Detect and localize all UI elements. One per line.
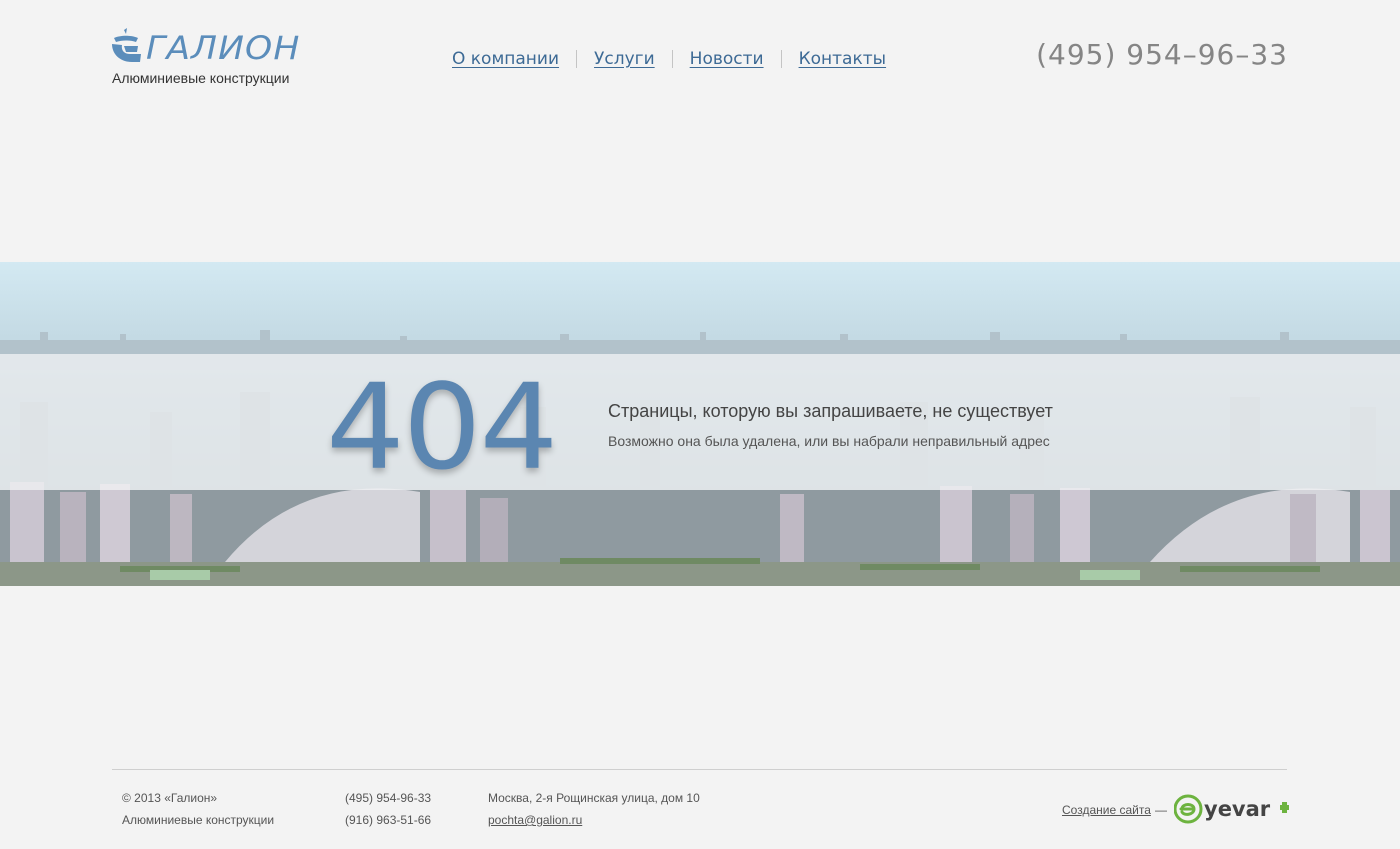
main-nav: О компании Услуги Новости Контакты xyxy=(452,49,886,69)
nav-item-services[interactable]: Услуги xyxy=(594,49,655,69)
nav-divider xyxy=(780,50,782,68)
eyevar-logo-icon[interactable]: yevar xyxy=(1174,794,1290,824)
error-code: 404 xyxy=(326,358,558,496)
nav-item-contacts[interactable]: Контакты xyxy=(799,49,887,69)
city-panorama-banner: 404 Страницы, которую вы запрашиваете, н… xyxy=(0,262,1400,586)
site-creation-dash: — xyxy=(1155,803,1167,817)
site-creation-link[interactable]: Создание сайта xyxy=(1062,803,1151,817)
nav-divider xyxy=(671,50,673,68)
nav-item-news[interactable]: Новости xyxy=(690,49,764,69)
page-404: ГАЛИОН Алюминиевые конструкции О компани… xyxy=(0,0,1400,849)
footer-email-link[interactable]: pochta@galion.ru xyxy=(488,813,582,827)
footer-divider xyxy=(112,769,1287,770)
error-overlay-strip xyxy=(0,354,1400,490)
footer-phone-2: (916) 963-51-66 xyxy=(345,813,432,827)
nav-divider xyxy=(576,50,578,68)
error-subtitle: Возможно она была удалена, или вы набрал… xyxy=(608,433,1050,449)
dev-brand-name: yevar xyxy=(1204,797,1271,821)
logo-wordmark: ГАЛИОН xyxy=(146,29,301,67)
error-title: Страницы, которую вы запрашиваете, не су… xyxy=(608,401,1053,421)
footer-tagline: Алюминиевые конструкции xyxy=(122,813,275,827)
footer-copyright: © 2013 «Галион» xyxy=(122,791,218,805)
header-phone: (495) 954–96–33 xyxy=(1036,38,1288,71)
ship-sail-icon xyxy=(112,28,141,62)
site-logo[interactable]: ГАЛИОН Алюминиевые конструкции xyxy=(110,26,310,90)
logo-tagline: Алюминиевые конструкции xyxy=(112,70,290,86)
nav-item-about[interactable]: О компании xyxy=(452,49,559,69)
footer-phone-1: (495) 954-96-33 xyxy=(345,791,432,805)
footer-address: Москва, 2-я Рощинская улица, дом 10 xyxy=(488,791,700,805)
